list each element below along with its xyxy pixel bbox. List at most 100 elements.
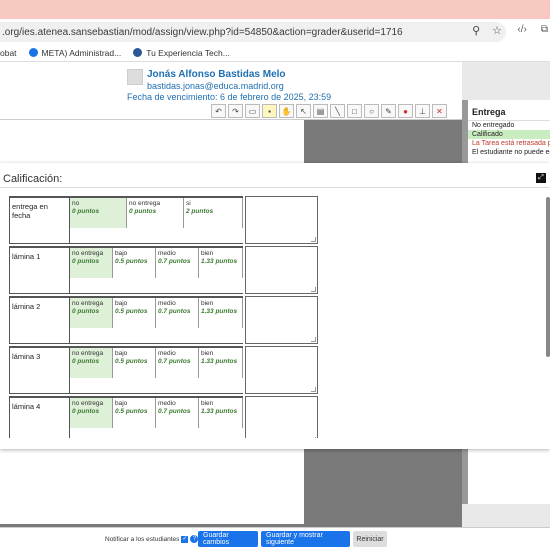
level-points: 1.33 puntos [201, 258, 238, 265]
notify-checkbox[interactable]: ✓ [181, 535, 189, 543]
url-field[interactable]: .org/ies.atenea.sansebastian/mod/assign/… [0, 22, 506, 42]
level-name: bien [201, 300, 214, 307]
search-icon[interactable]: ⚲ [472, 24, 480, 37]
pan-icon[interactable]: ✋ [279, 104, 294, 118]
level-points: 0.7 puntos [158, 308, 191, 315]
level-points: 0.7 puntos [158, 408, 191, 415]
annotation-toolbar: ↶ ↷ ▭ ▪ ✋ ↖ ▤ ╲ □ ○ ✎ ● ⊥ ✕ [0, 102, 462, 120]
remark-textarea[interactable] [245, 346, 318, 394]
bookmark-item[interactable]: META) Administrad... [28, 48, 121, 58]
student-name[interactable]: Jonás Alfonso Bastidas Melo [147, 69, 286, 80]
rubric-level[interactable]: no entrega 0 puntos [70, 248, 113, 278]
level-name: no entrega [129, 200, 161, 207]
criterion-label: entrega en fecha [9, 196, 70, 244]
status-not-submitted: No entregado [472, 122, 515, 129]
rubric-level[interactable]: bien 1.33 puntos [199, 248, 243, 278]
stamp-icon[interactable]: ▤ [313, 104, 328, 118]
address-bar: .org/ies.atenea.sansebastian/mod/assign/… [0, 19, 550, 44]
level-points: 0 puntos [129, 208, 157, 215]
level-name: bajo [115, 400, 128, 407]
remark-textarea[interactable] [245, 396, 318, 438]
undo-icon[interactable]: ↶ [211, 104, 226, 118]
rubric-level[interactable]: bien 1.33 puntos [199, 348, 243, 378]
highlight-icon[interactable]: ▪ [262, 104, 277, 118]
rubric-level[interactable]: bajo 0.5 puntos [113, 298, 156, 328]
rubric-level[interactable]: medio 0.7 puntos [156, 298, 199, 328]
pen-icon[interactable]: ✎ [381, 104, 396, 118]
rubric-criterion: lámina 1 no entrega 0 puntos bajo 0.5 puntos… [9, 246, 320, 294]
stamp-tool-icon[interactable]: ⊥ [415, 104, 430, 118]
level-points: 0.5 puntos [115, 308, 148, 315]
notify-label: Notificar a los estudiantes [105, 535, 180, 543]
line-icon[interactable]: ╲ [330, 104, 345, 118]
rubric-level[interactable]: medio 0.7 puntos [156, 348, 199, 378]
rubric-level[interactable]: no entrega 0 puntos [70, 398, 113, 428]
remark-textarea[interactable] [245, 296, 318, 344]
rubric-level[interactable]: bajo 0.5 puntos [113, 348, 156, 378]
redo-icon[interactable]: ↷ [228, 104, 243, 118]
puzzle-icon[interactable]: ⧉ [541, 24, 548, 35]
criterion-levels: no entrega 0 puntos bajo 0.5 puntos medio 0.7… [70, 396, 243, 438]
late-status: La Tarea está retrasada por: 2 d [472, 140, 550, 147]
save-button[interactable]: Guardar cambios [198, 531, 258, 547]
rubric-criterion: entrega en fecha no 0 puntos no entrega 0 pu… [9, 196, 320, 244]
remark-textarea[interactable] [245, 246, 318, 294]
select-icon[interactable]: ↖ [296, 104, 311, 118]
grading-panel: Calificación: ⤢ entrega en fecha no 0 punt… [0, 163, 550, 449]
globe-icon [28, 48, 38, 57]
status-graded: Calificado [468, 130, 550, 139]
rubric-level[interactable]: bien 1.33 puntos [199, 398, 243, 428]
oval-icon[interactable]: ○ [364, 104, 379, 118]
level-name: bien [201, 250, 214, 257]
rectangle-icon[interactable]: □ [347, 104, 362, 118]
level-points: 0.7 puntos [158, 258, 191, 265]
bookmark-item[interactable]: Tu Experiencia Tech... [133, 48, 230, 58]
rubric-level[interactable]: no entrega 0 puntos [127, 198, 184, 228]
scrollbar[interactable] [546, 197, 550, 357]
save-next-button[interactable]: Guardar y mostrar siguiente [261, 531, 350, 547]
level-points: 1.33 puntos [201, 408, 238, 415]
rubric-level[interactable]: medio 0.7 puntos [156, 248, 199, 278]
level-name: bien [201, 350, 214, 357]
remark-textarea[interactable] [245, 196, 318, 244]
level-points: 0.5 puntos [115, 358, 148, 365]
level-points: 0.5 puntos [115, 258, 148, 265]
comment-icon[interactable]: ▭ [245, 104, 260, 118]
action-bar: Notificar a los estudiantes ✓ ? Guardar … [0, 527, 550, 550]
grading-title: Calificación: [3, 173, 63, 185]
bookmark-item[interactable]: obat [0, 48, 17, 58]
criterion-levels: no entrega 0 puntos bajo 0.5 puntos medio 0.7… [70, 296, 243, 344]
rubric-level[interactable]: no entrega 0 puntos [70, 298, 113, 328]
criterion-label: lámina 3 [9, 346, 70, 394]
rubric-criterion: lámina 3 no entrega 0 puntos bajo 0.5 puntos… [9, 346, 320, 394]
criterion-levels: no entrega 0 puntos bajo 0.5 puntos medio 0.7… [70, 346, 243, 394]
rubric-level[interactable]: no 0 puntos [70, 198, 127, 228]
star-icon[interactable]: ☆ [492, 24, 502, 37]
level-points: 0 puntos [72, 258, 100, 265]
rubric-level[interactable]: bien 1.33 puntos [199, 298, 243, 328]
level-points: 0.7 puntos [158, 358, 191, 365]
expand-icon[interactable]: ⤢ [536, 173, 546, 183]
rubric-level[interactable]: bajo 0.5 puntos [113, 398, 156, 428]
level-name: no entrega [72, 250, 104, 257]
grader-page: Jonás Alfonso Bastidas Melo bastidas.jon… [0, 62, 550, 550]
rubric-level[interactable]: si 2 puntos [184, 198, 243, 228]
level-points: 0 puntos [72, 208, 100, 215]
level-name: si [186, 200, 191, 207]
rubric-level[interactable]: no entrega 0 puntos [70, 348, 113, 378]
level-points: 2 puntos [186, 208, 214, 215]
bookmarks-bar: obat META) Administrad... Tu Experiencia… [0, 44, 550, 62]
reset-button[interactable]: Reiniciar [353, 531, 387, 547]
level-points: 1.33 puntos [201, 308, 238, 315]
cross-icon[interactable]: ✕ [432, 104, 447, 118]
criterion-label: lámina 4 [9, 396, 70, 438]
submission-title: Entrega [468, 100, 550, 121]
color-icon[interactable]: ● [398, 104, 413, 118]
rubric-level[interactable]: medio 0.7 puntos [156, 398, 199, 428]
rubric-level[interactable]: bajo 0.5 puntos [113, 248, 156, 278]
level-name: medio [158, 350, 176, 357]
level-points: 0.5 puntos [115, 408, 148, 415]
criterion-label: lámina 1 [9, 246, 70, 294]
extension-icon[interactable]: ‹/› [517, 24, 526, 35]
rubric-criterion: lámina 4 no entrega 0 puntos bajo 0.5 puntos… [9, 396, 320, 438]
